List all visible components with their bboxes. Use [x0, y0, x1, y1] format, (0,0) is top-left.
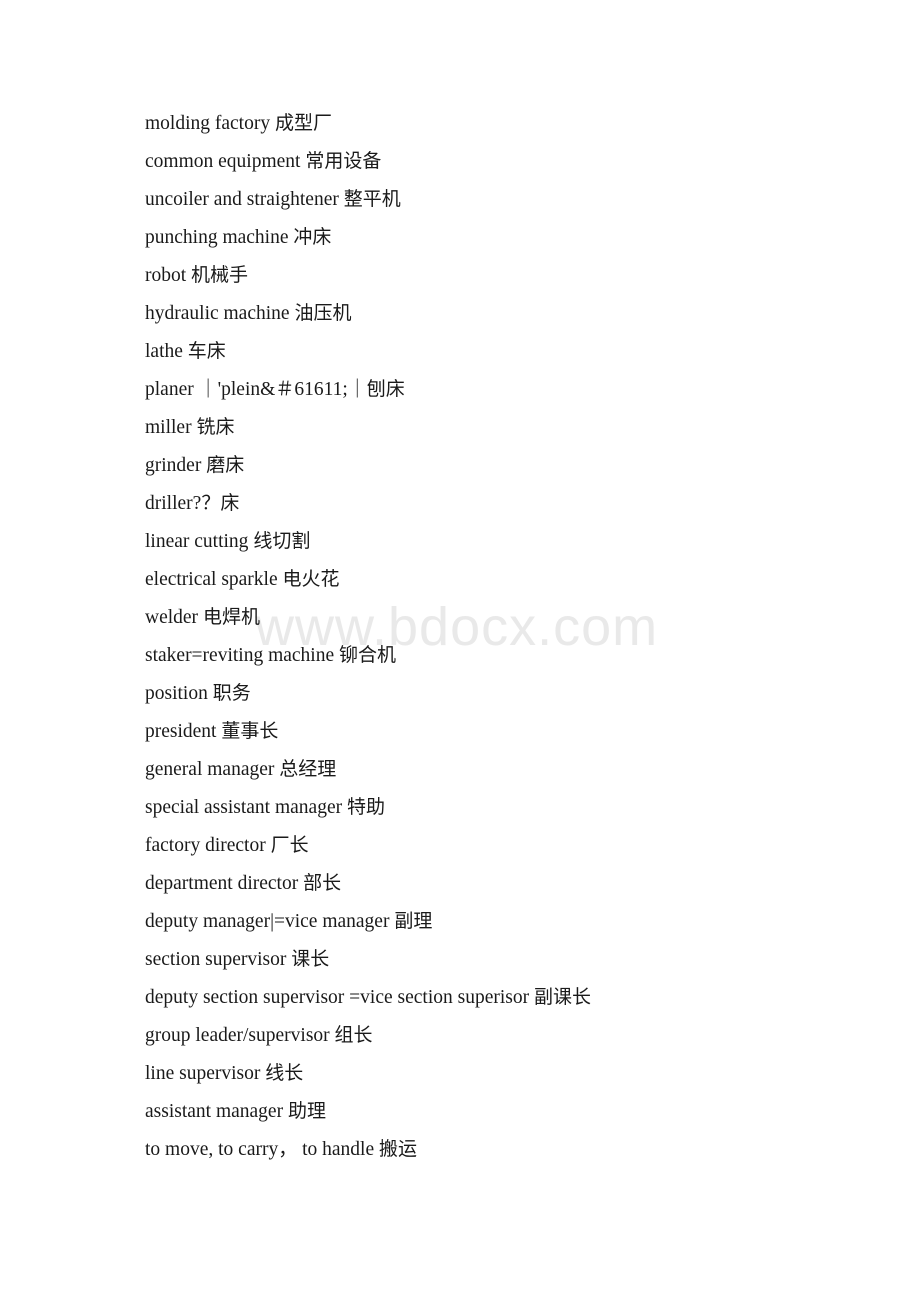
- cjk-text: 电焊机: [202, 606, 260, 628]
- cjk-text: 副课长: [534, 986, 592, 1008]
- text-line: lathe 车床: [145, 340, 226, 362]
- text-line: miller 铣床: [145, 416, 235, 438]
- text-line: deputy section supervisor =vice section …: [145, 986, 592, 1008]
- text-line: robot 机械手: [145, 264, 249, 286]
- cjk-text: ，: [278, 1138, 298, 1160]
- text-line: hydraulic machine 油压机: [145, 302, 352, 324]
- cjk-text: 助理: [287, 1100, 326, 1122]
- cjk-text: ｜刨床: [347, 378, 405, 400]
- text-line: molding factory 成型厂: [145, 112, 332, 134]
- text-line: common equipment 常用设备: [145, 150, 382, 172]
- text-line: section supervisor 课长: [145, 948, 330, 970]
- cjk-text: 油压机: [294, 302, 352, 324]
- text-line: general manager 总经理: [145, 758, 337, 780]
- cjk-text: 铆合机: [339, 644, 397, 666]
- document-body: molding factory 成型厂 common equipment 常用设备…: [145, 104, 880, 1168]
- cjk-text: 冲床: [293, 226, 332, 248]
- cjk-text: 成型厂: [274, 112, 332, 134]
- cjk-text: ＃: [275, 378, 295, 400]
- text-line: to move, to carry， to handle 搬运: [145, 1138, 418, 1160]
- text-line: department director 部长: [145, 872, 342, 894]
- text-line: welder 电焊机: [145, 606, 260, 628]
- cjk-text: 铣床: [196, 416, 235, 438]
- cjk-text: 职务: [212, 682, 251, 704]
- cjk-text: ｜: [198, 378, 218, 400]
- cjk-text: ？床: [201, 492, 240, 514]
- text-line: president 董事长: [145, 720, 279, 742]
- cjk-text: 董事长: [221, 720, 279, 742]
- text-line: grinder 磨床: [145, 454, 245, 476]
- text-line: line supervisor 线长: [145, 1062, 304, 1084]
- text-line: punching machine 冲床: [145, 226, 332, 248]
- text-line: electrical sparkle 电火花: [145, 568, 340, 590]
- text-line: factory director 厂长: [145, 834, 309, 856]
- text-line: staker=reviting machine 铆合机: [145, 644, 397, 666]
- cjk-text: 厂长: [270, 834, 309, 856]
- text-line: driller?？床: [145, 492, 240, 514]
- text-line: assistant manager 助理: [145, 1100, 326, 1122]
- cjk-text: 课长: [291, 948, 330, 970]
- text-line: deputy manager|=vice manager 副理: [145, 910, 433, 932]
- text-line: special assistant manager 特助: [145, 796, 385, 818]
- cjk-text: 搬运: [379, 1138, 418, 1160]
- cjk-text: 常用设备: [305, 150, 382, 172]
- text-line: position 职务: [145, 682, 251, 704]
- cjk-text: 部长: [303, 872, 342, 894]
- text-line: planer ｜'plein&＃61611;｜刨床: [145, 378, 405, 400]
- cjk-text: 线切割: [253, 530, 311, 552]
- text-line: uncoiler and straightener 整平机: [145, 188, 401, 210]
- cjk-text: 磨床: [206, 454, 245, 476]
- cjk-text: 机械手: [191, 264, 249, 286]
- cjk-text: 车床: [187, 340, 226, 362]
- cjk-text: 线长: [265, 1062, 304, 1084]
- cjk-text: 特助: [346, 796, 385, 818]
- cjk-text: 总经理: [279, 758, 337, 780]
- text-line: group leader/supervisor 组长: [145, 1024, 373, 1046]
- text-line: linear cutting 线切割: [145, 530, 311, 552]
- cjk-text: 副理: [394, 910, 433, 932]
- cjk-text: 组长: [334, 1024, 373, 1046]
- document-page: www.bdocx.com molding factory 成型厂 common …: [0, 0, 920, 1302]
- cjk-text: 整平机: [343, 188, 401, 210]
- cjk-text: 电火花: [282, 568, 340, 590]
